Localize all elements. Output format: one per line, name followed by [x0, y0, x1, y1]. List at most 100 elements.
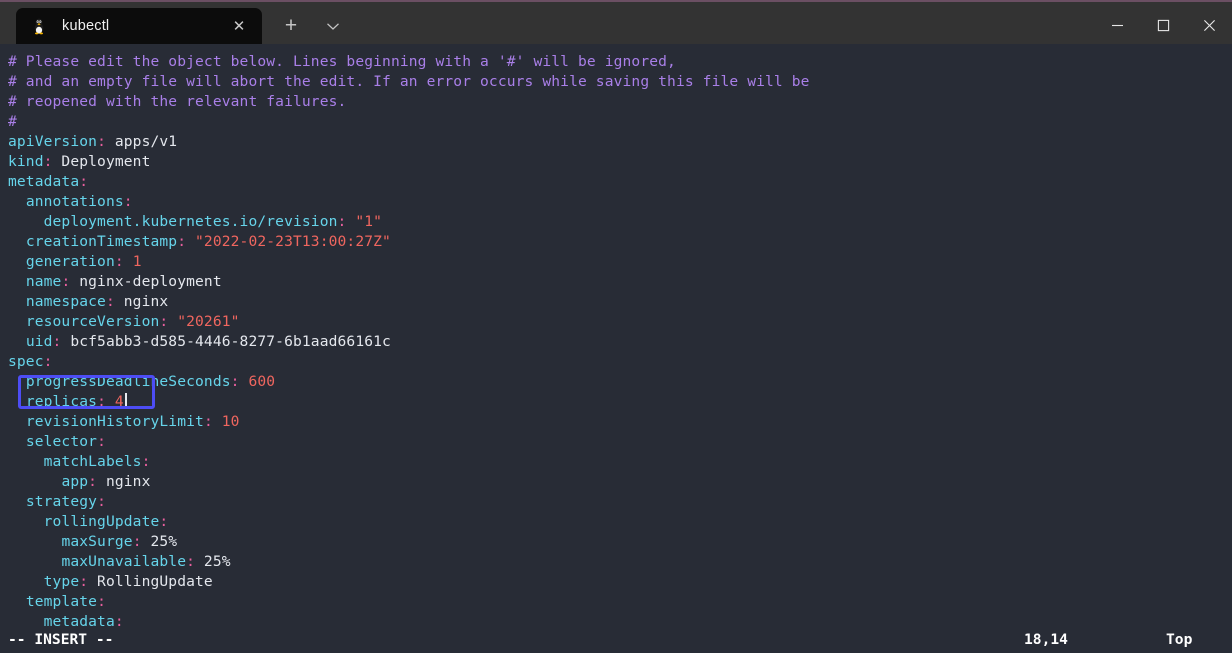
tab-kubectl[interactable]: kubectl ✕ — [16, 8, 262, 44]
token-key: strategy — [25, 493, 98, 510]
terminal-window: kubectl ✕ + # Please edit the object bel… — [0, 0, 1232, 653]
token-colon: : — [123, 193, 133, 210]
token-key: rollingUpdate — [43, 513, 160, 530]
minimize-icon[interactable] — [1094, 4, 1140, 46]
editor-line[interactable]: uid: bcf5abb3-d585-4446-8277-6b1aad66161… — [8, 332, 1232, 352]
editor-line[interactable]: # and an empty file will abort the edit.… — [8, 72, 1232, 92]
editor-line[interactable]: name: nginx-deployment — [8, 272, 1232, 292]
token-plain: nginx — [114, 293, 169, 310]
token-key: metadata — [8, 173, 80, 190]
close-icon[interactable]: ✕ — [226, 13, 252, 39]
token-key: name — [25, 273, 62, 290]
terminal-content[interactable]: # Please edit the object below. Lines be… — [0, 44, 1232, 627]
editor-line[interactable]: annotations: — [8, 192, 1232, 212]
token-key: maxSurge — [61, 533, 133, 550]
editor-line[interactable]: template: — [8, 592, 1232, 612]
editor-buffer[interactable]: # Please edit the object below. Lines be… — [8, 52, 1232, 627]
editor-line[interactable]: maxSurge: 25% — [8, 532, 1232, 552]
editor-line[interactable]: # reopened with the relevant failures. — [8, 92, 1232, 112]
token-colon: : — [97, 393, 106, 410]
token-num: 600 — [248, 373, 276, 390]
token-colon: : — [159, 313, 169, 330]
token-colon: : — [61, 273, 71, 290]
editor-line[interactable]: revisionHistoryLimit: 10 — [8, 412, 1232, 432]
token-colon: : — [159, 513, 169, 530]
editor-line[interactable]: selector: — [8, 432, 1232, 452]
window-controls — [1094, 4, 1232, 46]
token-str: "2022-02-23T13:00:27Z" — [195, 233, 391, 250]
token-plain: 25% — [195, 553, 231, 570]
token-key: deployment.kubernetes.io/revision — [43, 213, 338, 230]
token-key: namespace — [25, 293, 106, 310]
token-key: resourceVersion — [25, 313, 160, 330]
token-comment: # Please edit the object below. Lines be… — [8, 53, 676, 70]
tab-strip: kubectl ✕ + — [0, 2, 352, 44]
editor-line[interactable]: spec: — [8, 352, 1232, 372]
token-colon: : — [114, 613, 124, 627]
token-colon: : — [97, 133, 106, 150]
editor-line[interactable]: rollingUpdate: — [8, 512, 1232, 532]
token-plain: Deployment — [52, 153, 151, 170]
maximize-icon[interactable] — [1140, 4, 1186, 46]
token-colon: : — [177, 233, 187, 250]
editor-line[interactable]: generation: 1 — [8, 252, 1232, 272]
new-tab-button[interactable]: + — [272, 8, 310, 44]
tab-title: kubectl — [62, 18, 110, 34]
token-colon: : — [97, 433, 106, 450]
close-icon[interactable] — [1186, 4, 1232, 46]
editor-line[interactable]: resourceVersion: "20261" — [8, 312, 1232, 332]
editor-line[interactable]: apiVersion: apps/v1 — [8, 132, 1232, 152]
editor-line[interactable]: metadata: — [8, 612, 1232, 627]
token-key: annotations — [25, 193, 124, 210]
editor-line[interactable]: progressDeadlineSeconds: 600 — [8, 372, 1232, 392]
chevron-down-icon[interactable] — [314, 8, 352, 44]
token-plain: RollingUpdate — [88, 573, 213, 590]
token-num: 10 — [221, 413, 240, 430]
vim-mode-indicator: -- INSERT -- — [8, 631, 114, 648]
token-key: maxUnavailable — [61, 553, 187, 570]
token-key: kind — [8, 153, 44, 170]
token-key: generation — [25, 253, 115, 270]
token-key: apiVersion — [8, 133, 98, 150]
editor-line[interactable]: type: RollingUpdate — [8, 572, 1232, 592]
token-plain: 25% — [141, 533, 178, 550]
vim-status-bar: -- INSERT -- 18,14 Top — [0, 627, 1232, 653]
token-str: "1" — [355, 213, 383, 230]
editor-line[interactable]: kind: Deployment — [8, 152, 1232, 172]
cursor-position: 18,14 — [1024, 631, 1068, 648]
token-plain: nginx — [97, 473, 151, 490]
token-colon: : — [114, 253, 124, 270]
editor-line[interactable]: replicas: 4 — [8, 392, 1232, 412]
token-key: app — [61, 473, 89, 490]
token-key: matchLabels — [43, 453, 142, 470]
token-plain: apps/v1 — [105, 133, 178, 150]
editor-line[interactable]: # Please edit the object below. Lines be… — [8, 52, 1232, 72]
editor-line[interactable]: metadata: — [8, 172, 1232, 192]
editor-line[interactable]: # — [8, 112, 1232, 132]
token-key: selector — [25, 433, 98, 450]
text-cursor — [124, 393, 127, 409]
token-str: "20261" — [177, 313, 240, 330]
editor-line[interactable]: namespace: nginx — [8, 292, 1232, 312]
editor-line[interactable]: creationTimestamp: "2022-02-23T13:00:27Z… — [8, 232, 1232, 252]
editor-line[interactable]: matchLabels: — [8, 452, 1232, 472]
editor-line[interactable]: deployment.kubernetes.io/revision: "1" — [8, 212, 1232, 232]
editor-line[interactable]: strategy: — [8, 492, 1232, 512]
token-comment: # and an empty file will abort the edit.… — [8, 73, 810, 90]
token-colon: : — [43, 153, 53, 170]
editor-line[interactable]: maxUnavailable: 25% — [8, 552, 1232, 572]
token-colon: : — [97, 593, 106, 610]
editor-line[interactable]: app: nginx — [8, 472, 1232, 492]
